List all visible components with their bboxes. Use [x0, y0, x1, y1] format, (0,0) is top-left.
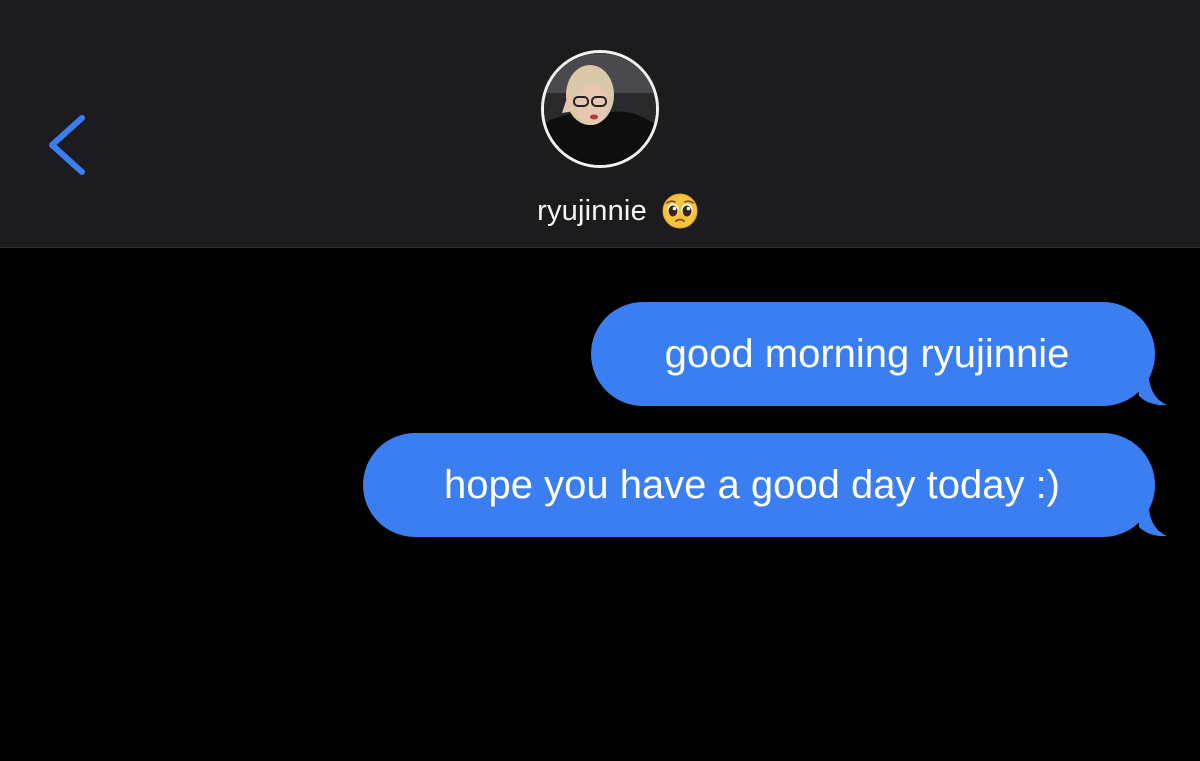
- avatar[interactable]: [541, 50, 659, 168]
- avatar-photo: [544, 53, 656, 165]
- bubble-tail: [1139, 378, 1169, 406]
- pleading-face-emoji-icon: [661, 192, 699, 230]
- contact-name: ryujinnie: [537, 194, 647, 227]
- message-text: hope you have a good day today :): [443, 463, 1060, 507]
- contact-name-row: ryujinnie: [537, 192, 699, 230]
- contact-info[interactable]: ryujinnie: [0, 50, 1200, 230]
- conversation-header: ryujinnie: [0, 0, 1200, 248]
- sent-message-bubble[interactable]: hope you have a good day today :): [363, 433, 1155, 537]
- sent-message-bubble[interactable]: good morning ryujinnie: [591, 302, 1155, 406]
- message-text: good morning ryujinnie: [664, 332, 1070, 376]
- bubble-tail: [1139, 509, 1169, 537]
- imessage-screen: ryujinnie good morning ryujinnie hope yo…: [0, 0, 1200, 761]
- message-thread[interactable]: good morning ryujinnie hope you have a g…: [0, 248, 1200, 761]
